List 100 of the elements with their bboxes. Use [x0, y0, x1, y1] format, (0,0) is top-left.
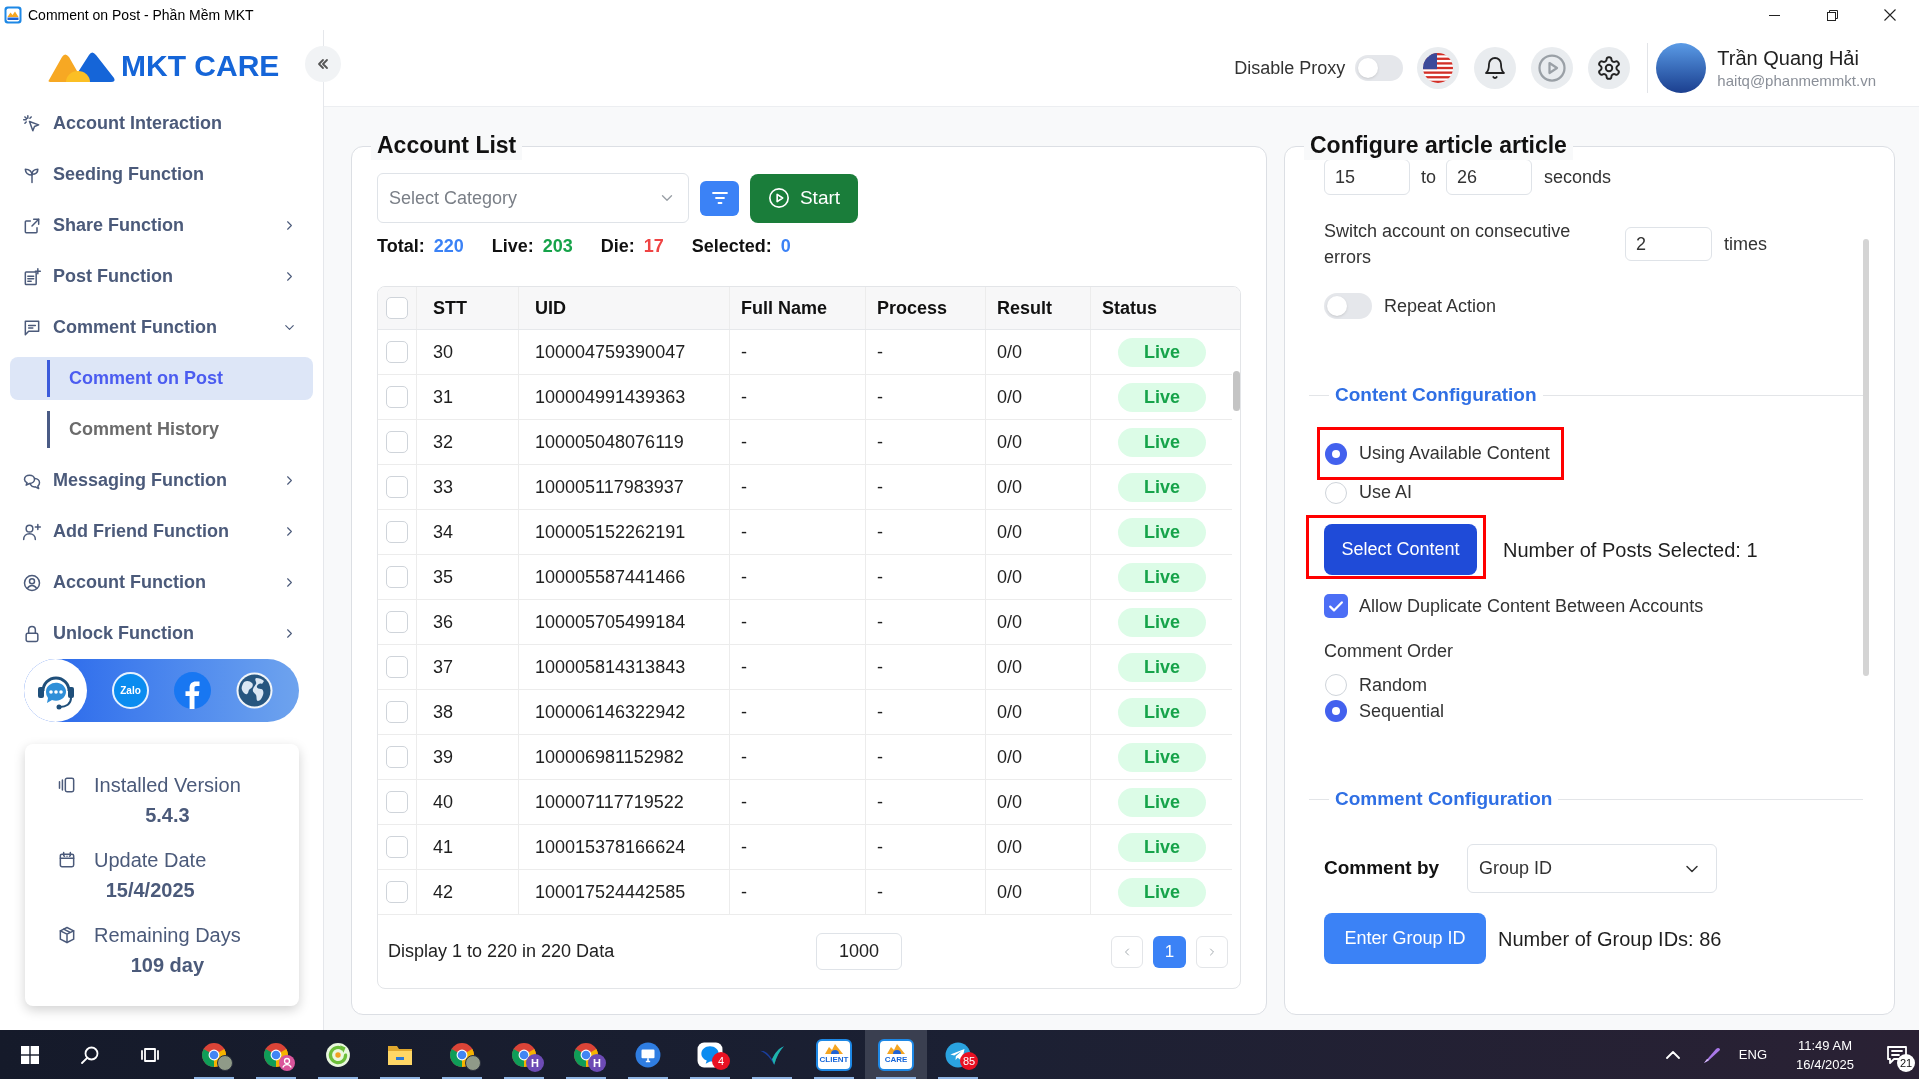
collapse-sidebar-button[interactable]	[305, 46, 341, 82]
table-cell: 100006981152982	[519, 735, 730, 779]
comment-by-dropdown[interactable]: Group ID	[1467, 844, 1717, 893]
row-checkbox[interactable]	[386, 476, 408, 498]
radio-button[interactable]	[1325, 700, 1347, 722]
proxy-toggle[interactable]	[1355, 55, 1404, 81]
zalo-button[interactable]: Zalo	[112, 672, 149, 709]
taskbar-app[interactable]: 85	[927, 1030, 989, 1079]
checkbox[interactable]	[1324, 594, 1348, 618]
notifications-button[interactable]	[1474, 47, 1517, 89]
website-button[interactable]	[236, 672, 273, 709]
row-checkbox[interactable]	[386, 431, 408, 453]
radio-button[interactable]	[1325, 674, 1347, 696]
sidebar-item[interactable]: Post Function	[0, 251, 323, 302]
taskbar-app[interactable]: H	[493, 1030, 555, 1079]
delay-to-field[interactable]: 26	[1446, 159, 1532, 195]
monitor-app-icon	[635, 1041, 661, 1068]
table-cell: -	[730, 375, 866, 419]
table-cell: 0/0	[986, 330, 1091, 374]
page-size-field[interactable]: 1000	[816, 933, 902, 970]
page-button[interactable]: 1	[1153, 935, 1186, 968]
section-title: Comment Configuration	[1334, 786, 1554, 811]
table-cell: 38	[417, 690, 519, 734]
sidebar-item[interactable]: Unlock Function	[0, 608, 323, 659]
checkbox-option[interactable]: Allow Duplicate Content Between Accounts	[1324, 592, 1704, 620]
taskbar-app[interactable]: CLIENT	[803, 1030, 865, 1079]
row-checkbox[interactable]	[386, 701, 408, 723]
enter-group-id-button[interactable]: Enter Group ID	[1324, 913, 1486, 964]
radio-button[interactable]	[1325, 481, 1347, 504]
error-count-unit: times	[1724, 232, 1767, 256]
table-cell: -	[866, 600, 986, 644]
repeat-toggle[interactable]	[1324, 293, 1372, 319]
row-checkbox[interactable]	[386, 746, 408, 768]
cursor-click-icon	[22, 113, 42, 134]
info-value: 15/4/2025	[105, 878, 195, 903]
notification-count: 21	[1897, 1054, 1915, 1072]
row-checkbox[interactable]	[386, 656, 408, 678]
table-cell: 39	[417, 735, 519, 779]
app-tile-label: CLIENT	[819, 1055, 849, 1065]
repeat-label: Repeat Action	[1384, 294, 1497, 318]
taskbar-app[interactable]: H	[555, 1030, 617, 1079]
select-all-checkbox[interactable]	[386, 297, 408, 319]
settings-button[interactable]	[1588, 47, 1631, 89]
sidebar-item[interactable]: Comment Function	[0, 302, 323, 353]
table-cell: 31	[417, 375, 519, 419]
avatar[interactable]	[1656, 43, 1707, 93]
sidebar-item[interactable]: Messaging Function	[0, 455, 323, 506]
scrollbar-thumb[interactable]	[1863, 239, 1869, 676]
table-cell: 36	[417, 600, 519, 644]
delay-from-field[interactable]: 15	[1324, 159, 1410, 195]
user-circle-icon	[22, 572, 42, 593]
column-header: Process	[866, 287, 986, 329]
category-dropdown[interactable]: Select Category	[377, 173, 689, 223]
row-checkbox[interactable]	[386, 881, 408, 903]
scrollbar-thumb[interactable]	[1232, 371, 1240, 411]
row-checkbox[interactable]	[386, 791, 408, 813]
select-content-button[interactable]: Select Content	[1324, 524, 1477, 575]
sidebar-item[interactable]: Account Function	[0, 557, 323, 608]
sidebar-item[interactable]: Share Function	[0, 200, 323, 251]
row-checkbox[interactable]	[386, 386, 408, 408]
row-checkbox[interactable]	[386, 566, 408, 588]
table-cell: 0/0	[986, 465, 1091, 509]
row-checkbox[interactable]	[386, 836, 408, 858]
stat-value: 0	[780, 234, 791, 258]
table-cell: -	[730, 645, 866, 689]
play-button[interactable]	[1531, 47, 1574, 89]
sidebar-item[interactable]: Account Interaction	[0, 98, 323, 149]
filter-button[interactable]	[700, 180, 739, 216]
radio-option[interactable]: Use AI	[1325, 479, 1413, 506]
table-cell: 35	[417, 555, 519, 599]
sidebar-subitem[interactable]: Comment on Post	[10, 357, 313, 400]
start-button[interactable]: Start	[750, 173, 858, 223]
clock-date[interactable]: 16/4/2025	[1796, 1054, 1854, 1074]
error-count-field[interactable]: 2	[1625, 227, 1712, 261]
table-cell: -	[866, 780, 986, 824]
sidebar-item[interactable]: Seeding Function	[0, 149, 323, 200]
taskbar-app[interactable]: 4	[679, 1030, 741, 1079]
profile-person-icon	[279, 1055, 295, 1071]
stat-label: Live:	[491, 234, 534, 258]
row-checkbox[interactable]	[386, 341, 408, 363]
table-cell: 42	[417, 870, 519, 914]
radio-option[interactable]: Sequential	[1325, 697, 1445, 725]
radio-button[interactable]	[1325, 442, 1347, 465]
radio-option[interactable]: Random	[1325, 671, 1428, 699]
row-checkbox[interactable]	[386, 611, 408, 633]
table-cell: 0/0	[986, 735, 1091, 779]
notification-center-button[interactable]: 21	[1875, 1030, 1919, 1079]
sidebar-item[interactable]: Add Friend Function	[0, 506, 323, 557]
clock-time[interactable]: 11:49 AM	[1798, 1035, 1852, 1055]
language-button[interactable]	[1417, 47, 1460, 89]
table-cell: -	[866, 420, 986, 464]
sidebar-subitem[interactable]: Comment History	[10, 408, 313, 451]
row-checkbox[interactable]	[386, 521, 408, 543]
table-cell: -	[866, 465, 986, 509]
radio-option[interactable]: Using Available Content	[1325, 440, 1550, 467]
table-cell: 0/0	[986, 600, 1091, 644]
language-indicator[interactable]: ENG	[1738, 1044, 1767, 1065]
facebook-button[interactable]	[174, 672, 211, 709]
taskbar-app[interactable]: CARE	[865, 1030, 927, 1079]
range-separator: to	[1421, 165, 1436, 189]
